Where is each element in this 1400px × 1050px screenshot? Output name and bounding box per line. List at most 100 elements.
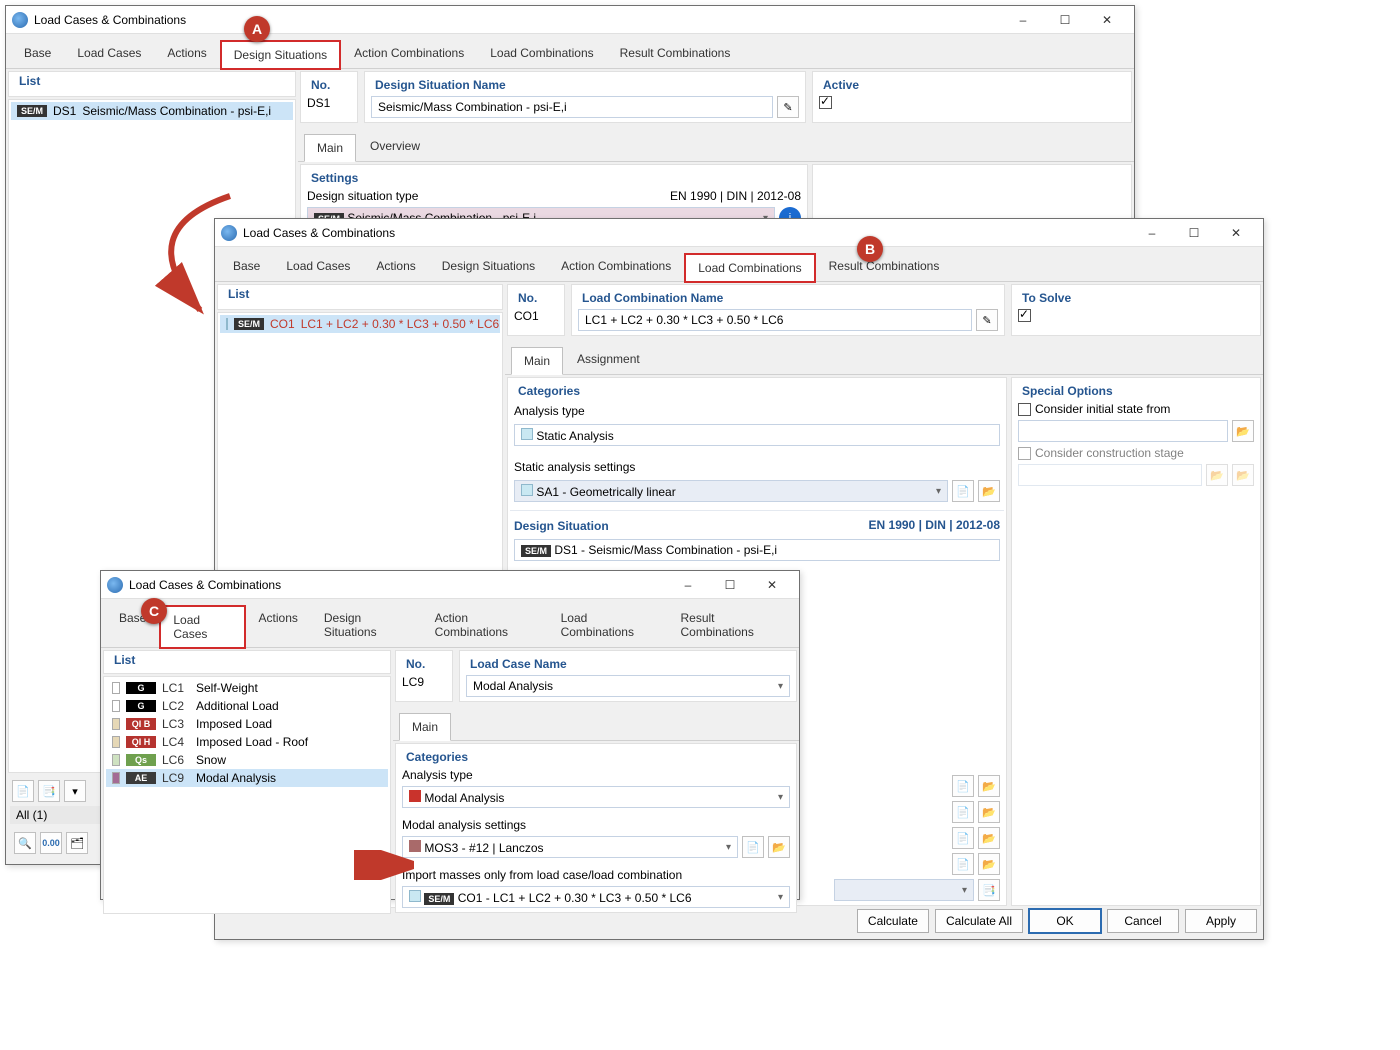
open-icon[interactable]: 📂 [978, 801, 1000, 823]
sas-select[interactable]: SA1 - Geometrically linear ▾ [514, 480, 948, 502]
callout-b: B [857, 236, 883, 262]
settings-header: Settings [303, 167, 805, 187]
new-icon[interactable]: 📄 [742, 836, 764, 858]
open-icon[interactable]: 📂 [1232, 420, 1254, 442]
open-icon[interactable]: 📂 [978, 827, 1000, 849]
close-button[interactable]: ✕ [1086, 8, 1128, 32]
list-item[interactable]: QI HLC4Imposed Load - Roof [106, 733, 388, 751]
tab-design-situations[interactable]: Design Situations [430, 253, 547, 281]
list-item[interactable]: QI BLC3Imposed Load [106, 715, 388, 733]
list-item[interactable]: QsLC6Snow [106, 751, 388, 769]
ribbon: Base Load Cases Actions Design Situation… [6, 34, 1134, 69]
close-button[interactable]: ✕ [1215, 221, 1257, 245]
ribbon: Base Load Cases Actions Design Situation… [215, 247, 1263, 282]
tab-load-cases[interactable]: Load Cases [274, 253, 362, 281]
solve-checkbox[interactable] [1018, 309, 1031, 322]
tab-actions[interactable]: Actions [247, 605, 310, 647]
initstate-select[interactable] [1018, 420, 1228, 442]
list-item[interactable]: SE/M CO1 LC1 + LC2 + 0.30 * LC3 + 0.50 *… [220, 315, 500, 333]
tab-load-combinations[interactable]: Load Combinations [478, 40, 605, 68]
swatch-icon [112, 682, 120, 694]
tab-actions[interactable]: Actions [364, 253, 427, 281]
minimize-button[interactable]: – [667, 573, 709, 597]
footer-all[interactable]: All (1) [16, 808, 47, 822]
maximize-button[interactable]: ☐ [1173, 221, 1215, 245]
open-icon[interactable]: 📂 [978, 480, 1000, 502]
list-item[interactable]: AELC9Modal Analysis [106, 769, 388, 787]
tab-load-cases[interactable]: Load Cases [65, 40, 153, 68]
tab-action-combinations[interactable]: Action Combinations [423, 605, 547, 647]
edit-icon[interactable]: ✎ [777, 96, 799, 118]
badge-icon: G [126, 682, 156, 694]
lc-name: Additional Load [196, 699, 279, 713]
new-icon[interactable]: 📄 [952, 801, 974, 823]
calculate-all-button[interactable]: Calculate All [935, 909, 1023, 933]
lc-name: Imposed Load - Roof [196, 735, 308, 749]
badge-icon: QI B [126, 718, 156, 730]
no-label: No. [303, 74, 355, 94]
close-button[interactable]: ✕ [751, 573, 793, 597]
antype-select[interactable]: Static Analysis [514, 424, 1000, 446]
tab-result-combinations[interactable]: Result Combinations [608, 40, 743, 68]
open-icon[interactable]: 📂 [768, 836, 790, 858]
antype-select[interactable]: Modal Analysis ▾ [402, 786, 790, 808]
active-checkbox[interactable] [819, 96, 832, 109]
new-icon[interactable]: 📄 [952, 853, 974, 875]
copy-icon[interactable]: 📑 [978, 879, 1000, 901]
subtab-main[interactable]: Main [304, 134, 356, 162]
subtab-main[interactable]: Main [399, 713, 451, 741]
more-icon[interactable]: ▾ [64, 780, 86, 802]
empty-select[interactable]: ▾ [834, 879, 974, 901]
new-icon[interactable]: 📄 [952, 827, 974, 849]
list-item[interactable]: GLC2Additional Load [106, 697, 388, 715]
mas-select[interactable]: MOS3 - #12 | Lanczos ▾ [402, 836, 738, 858]
units-icon[interactable]: 0.00 [40, 832, 62, 854]
maximize-button[interactable]: ☐ [1044, 8, 1086, 32]
list-item[interactable]: SE/M DS1 Seismic/Mass Combination - psi-… [11, 102, 293, 120]
ok-button[interactable]: OK [1029, 909, 1101, 933]
subtab-main[interactable]: Main [511, 347, 563, 375]
chevron-down-icon: ▾ [962, 885, 967, 896]
calculate-button[interactable]: Calculate [857, 909, 929, 933]
tab-result-combinations[interactable]: Result Combinations [817, 253, 952, 281]
edit-icon[interactable]: ✎ [976, 309, 998, 331]
swatch-icon [112, 772, 120, 784]
new-icon[interactable]: 📄 [952, 480, 974, 502]
maximize-button[interactable]: ☐ [709, 573, 751, 597]
tab-base[interactable]: Base [12, 40, 63, 68]
new-icon[interactable]: 📄 [12, 780, 34, 802]
tab-load-combinations[interactable]: Load Combinations [685, 254, 814, 282]
tab-design-situations[interactable]: Design Situations [312, 605, 421, 647]
dsname-input[interactable] [371, 96, 773, 118]
lc-id: LC1 [162, 681, 190, 695]
subtab-overview[interactable]: Overview [358, 133, 432, 161]
open-icon[interactable]: 📂 [978, 853, 1000, 875]
tree-icon[interactable]: 🗂 [66, 832, 88, 854]
tab-design-situations[interactable]: Design Situations [221, 41, 340, 69]
new-icon[interactable]: 📄 [952, 775, 974, 797]
import-select[interactable]: SE/M CO1 - LC1 + LC2 + 0.30 * LC3 + 0.50… [402, 886, 790, 908]
copy-icon[interactable]: 📑 [38, 780, 60, 802]
minimize-button[interactable]: – [1131, 221, 1173, 245]
tab-load-combinations[interactable]: Load Combinations [549, 605, 667, 647]
minimize-button[interactable]: – [1002, 8, 1044, 32]
tab-action-combinations[interactable]: Action Combinations [549, 253, 683, 281]
tab-result-combinations[interactable]: Result Combinations [668, 605, 793, 647]
lc-name: Self-Weight [196, 681, 258, 695]
list-item[interactable]: G LC1 Self-Weight [106, 679, 388, 697]
tab-action-combinations[interactable]: Action Combinations [342, 40, 476, 68]
lcname-input[interactable] [578, 309, 972, 331]
apply-button[interactable]: Apply [1185, 909, 1257, 933]
constr-checkbox [1018, 447, 1031, 460]
initstate-checkbox[interactable] [1018, 403, 1031, 416]
ds-select[interactable]: SE/M DS1 - Seismic/Mass Combination - ps… [514, 539, 1000, 561]
tab-load-cases[interactable]: Load Cases [160, 606, 244, 648]
lcname-select[interactable]: Modal Analysis ▾ [466, 675, 790, 697]
lcname-value: Modal Analysis [473, 679, 553, 693]
subtab-assignment[interactable]: Assignment [565, 346, 652, 374]
tab-actions[interactable]: Actions [155, 40, 218, 68]
cancel-button[interactable]: Cancel [1107, 909, 1179, 933]
open-icon[interactable]: 📂 [978, 775, 1000, 797]
tab-base[interactable]: Base [221, 253, 272, 281]
search-icon[interactable]: 🔍 [14, 832, 36, 854]
